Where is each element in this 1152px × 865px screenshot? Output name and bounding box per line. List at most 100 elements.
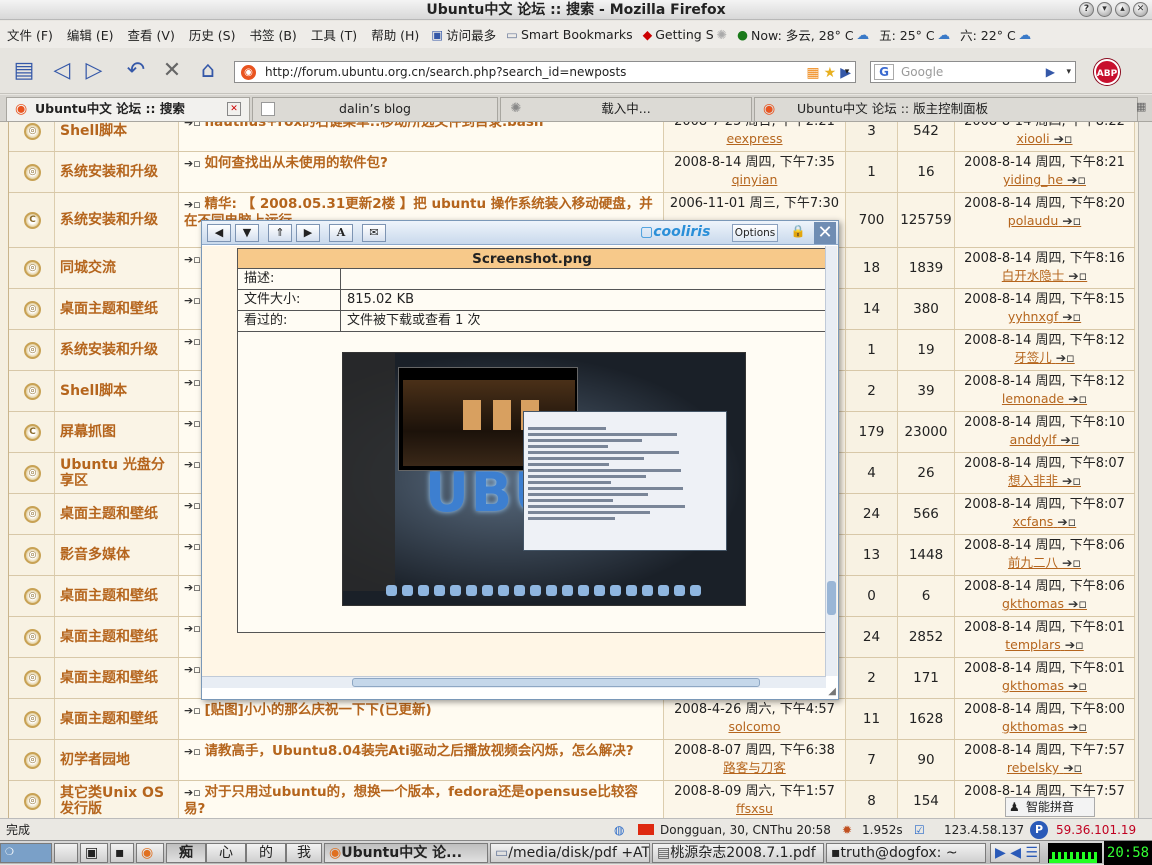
search-go-icon[interactable]: ▶	[1046, 62, 1055, 82]
scroll-thumb[interactable]	[827, 581, 836, 615]
menu-edit[interactable]: 编辑 (E)	[60, 25, 121, 44]
author-link[interactable]: eexpress	[664, 131, 845, 147]
text-size-icon[interactable]: A	[329, 224, 353, 242]
p-badge-icon[interactable]: P	[1030, 821, 1048, 839]
goto-last-post-icon[interactable]: ➔▫	[1054, 131, 1073, 146]
terminal-launcher-icon[interactable]: ▪	[110, 843, 134, 863]
goto-last-post-icon[interactable]: ➔▫	[1068, 391, 1087, 406]
forum-link[interactable]: Shell脚本	[60, 371, 175, 411]
search-dropdown-icon[interactable]: ▾	[1066, 62, 1071, 82]
tab-moderator[interactable]: ◉ Ubuntu中文 论坛 :: 版主控制面板	[754, 97, 1138, 121]
author-link[interactable]: qinyian	[664, 172, 845, 188]
forward-button[interactable]: ▷	[80, 56, 108, 84]
forum-link[interactable]: 系统安装和升级	[60, 193, 175, 247]
goto-post-icon[interactable]: ➔▫	[184, 704, 205, 717]
tab-search[interactable]: ◉ Ubuntu中文 论坛 :: 搜索 ✕	[6, 97, 250, 121]
goto-last-post-icon[interactable]: ➔▫	[1067, 172, 1086, 187]
minimize-window-button[interactable]: ▾	[1097, 2, 1112, 17]
goto-post-icon[interactable]: ➔▫	[184, 417, 201, 430]
forum-link[interactable]: 系统安装和升级	[60, 330, 175, 370]
forum-link[interactable]: 桌面主题和壁纸	[60, 658, 175, 698]
last-poster-link[interactable]: yyhnxgf	[1008, 309, 1058, 324]
last-poster-link[interactable]: rebelsky	[1007, 760, 1059, 775]
email-icon[interactable]: ✉	[362, 224, 386, 242]
taskbar-item-firefox[interactable]: ◉Ubuntu中文 论...	[324, 843, 488, 863]
taskbar-clock[interactable]: 20:58	[1104, 841, 1152, 865]
taskbar-item-folder[interactable]: ▭/media/disk/pdf +AT	[490, 843, 650, 863]
last-poster-link[interactable]: gkthomas	[1002, 596, 1064, 611]
bookmark-smart[interactable]: ▭ Smart Bookmarks	[501, 27, 637, 42]
help-window-button[interactable]: ?	[1079, 2, 1094, 17]
workspace-3-button[interactable]: 的	[246, 843, 286, 863]
popup-vertical-scrollbar[interactable]	[825, 246, 837, 676]
maximize-window-button[interactable]: ▴	[1115, 2, 1130, 17]
popup-close-icon[interactable]: ✕	[814, 222, 836, 244]
goto-last-post-icon[interactable]: ➔▫	[1056, 350, 1075, 365]
forum-link[interactable]: 其它类Unix OS 发行版	[60, 781, 175, 818]
forum-link[interactable]: 系统安装和升级	[60, 152, 175, 192]
workspace-4-button[interactable]: 我	[286, 843, 322, 863]
topic-link[interactable]: [贴图]小小的那么庆祝一下下(已更新)	[205, 702, 432, 718]
workspace-1-button[interactable]: 痴	[166, 843, 206, 863]
goto-last-post-icon[interactable]: ➔▫	[1065, 637, 1084, 652]
topic-link[interactable]: 请教高手，Ubuntu8.04装完Ati驱动之后播放视频会闪烁，怎么解决?	[205, 743, 634, 759]
menu-view[interactable]: 查看 (V)	[121, 25, 182, 44]
goto-last-post-icon[interactable]: ➔▫	[1068, 596, 1087, 611]
url-dropdown-button[interactable]: ▾	[840, 62, 854, 82]
taskbar-item-terminal[interactable]: ▪truth@dogfox: ~	[826, 843, 986, 863]
goto-last-post-icon[interactable]: ➔▫	[1068, 678, 1087, 693]
goto-post-icon[interactable]: ➔▫	[184, 786, 205, 799]
rss-icon[interactable]: ▦	[806, 63, 819, 82]
tray-icons[interactable]: ▶ ◀ ☰	[990, 843, 1040, 863]
options-button[interactable]: Options	[732, 224, 778, 242]
goto-last-post-icon[interactable]: ➔▫	[1060, 432, 1079, 447]
last-poster-link[interactable]: 牙签儿	[1014, 350, 1052, 365]
popup-horizontal-scrollbar[interactable]	[202, 676, 826, 688]
play-icon[interactable]: ▶	[296, 224, 320, 242]
forum-link[interactable]: 桌面主题和壁纸	[60, 699, 175, 739]
last-poster-link[interactable]: xcfans	[1013, 514, 1054, 529]
weather-fri[interactable]: 五: 25° C ☁	[874, 25, 955, 44]
goto-post-icon[interactable]: ➔▫	[184, 376, 201, 389]
goto-post-icon[interactable]: ➔▫	[184, 294, 201, 307]
goto-last-post-icon[interactable]: ➔▫	[1062, 555, 1081, 570]
last-poster-link[interactable]: 想入非非	[1008, 473, 1058, 488]
search-input[interactable]: G Google ▶ ▾	[870, 61, 1076, 83]
forum-link[interactable]: Shell脚本	[60, 122, 175, 151]
bookmark-getting-started[interactable]: ◆ Getting S ✺	[638, 27, 733, 42]
last-poster-link[interactable]: lemonade	[1002, 391, 1064, 406]
ime-indicator[interactable]: ♟ 智能拼音	[1005, 797, 1095, 817]
tab-list-icon[interactable]: ▦	[1136, 100, 1150, 114]
url-bar[interactable]: ◉ http://forum.ubuntu.org.cn/search.php?…	[234, 61, 856, 83]
menu-history[interactable]: 历史 (S)	[182, 25, 243, 44]
last-poster-link[interactable]: anddylf	[1010, 432, 1057, 447]
topic-link[interactable]: 如何查找出从未使用的软件包?	[205, 155, 388, 171]
goto-post-icon[interactable]: ➔▫	[184, 157, 205, 170]
next-icon[interactable]: ▼	[235, 224, 259, 242]
goto-last-post-icon[interactable]: ➔▫	[1063, 760, 1082, 775]
menu-help[interactable]: 帮助 (H)	[364, 25, 426, 44]
weather-sat[interactable]: 六: 22° C ☁	[955, 25, 1036, 44]
goto-post-icon[interactable]: ➔▫	[184, 540, 201, 553]
goto-post-icon[interactable]: ➔▫	[184, 745, 205, 758]
screenshot-image[interactable]: UBUNTU	[342, 352, 746, 606]
goto-last-post-icon[interactable]: ➔▫	[1068, 268, 1087, 283]
goto-last-post-icon[interactable]: ➔▫	[1062, 473, 1081, 488]
weather-now[interactable]: ● Now: 多云, 28° C ☁	[732, 25, 874, 44]
goto-post-icon[interactable]: ➔▫	[184, 581, 201, 594]
check-icon[interactable]: ☑	[914, 819, 925, 841]
forum-link[interactable]: 桌面主题和壁纸	[60, 289, 175, 329]
forum-link[interactable]: 桌面主题和壁纸	[60, 617, 175, 657]
goto-post-icon[interactable]: ➔▫	[184, 663, 201, 676]
topic-link[interactable]: 对于只用过ubuntu的，想换一个版本，fedora还是opensuse比较容易…	[184, 784, 638, 817]
goto-last-post-icon[interactable]: ➔▫	[1057, 514, 1076, 529]
last-poster-link[interactable]: gkthomas	[1002, 719, 1064, 734]
stop-button[interactable]: ✕	[158, 56, 186, 84]
adblock-plus-icon[interactable]: ABP	[1094, 59, 1120, 85]
tab-close-icon[interactable]: ✕	[227, 102, 241, 116]
tab-loading[interactable]: ✺ 载入中...	[500, 97, 752, 121]
goto-post-icon[interactable]: ➔▫	[184, 253, 201, 266]
goto-post-icon[interactable]: ➔▫	[184, 198, 205, 211]
goto-post-icon[interactable]: ➔▫	[184, 335, 201, 348]
menu-bookmarks[interactable]: 书签 (B)	[243, 25, 304, 44]
